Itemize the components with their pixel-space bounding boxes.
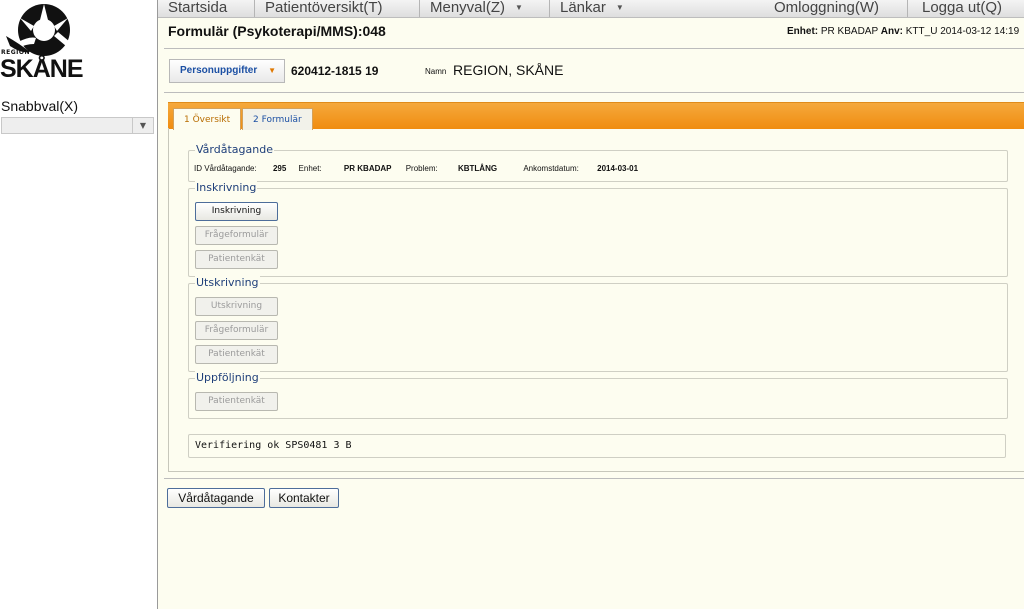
vardatagande-info: ID Vårdåtagande: 295 Enhet: PR KBADAP Pr…	[194, 164, 638, 173]
utskrivning-button[interactable]: Utskrivning	[195, 297, 278, 316]
divider	[164, 92, 1024, 93]
id-value: 295	[272, 164, 287, 173]
personnummer: 620412-1815 19	[291, 64, 379, 78]
left-panel: REGION SKÅNE Snabbval(X) ▼	[0, 0, 158, 609]
inskrivning-button[interactable]: Inskrivning	[195, 202, 278, 221]
chevron-down-icon: ▼	[132, 118, 153, 133]
snabbval-label: Snabbval(X)	[1, 98, 79, 114]
caret-down-icon: ▼	[615, 3, 624, 12]
uppfoljning-title: Uppföljning	[195, 371, 260, 384]
utskrivning-group: Utskrivning Utskrivning Frågeformulär Pa…	[188, 276, 1008, 372]
vardatagande-button[interactable]: Vårdåtagande	[167, 488, 265, 508]
utskrivning-patientenkat-button[interactable]: Patientenkät	[195, 345, 278, 364]
problem-value: KBTLÅNG	[457, 164, 498, 173]
divider	[164, 478, 1024, 479]
vardatagande-group: Vårdåtagande ID Vårdåtagande: 295 Enhet:…	[188, 143, 1008, 182]
uppfoljning-group: Uppföljning Patientenkät	[188, 371, 1008, 419]
inskrivning-frageformular-button[interactable]: Frågeformulär	[195, 226, 278, 245]
problem-label: Problem:	[405, 164, 438, 173]
namn-label: Namn	[425, 67, 447, 76]
tab-formular[interactable]: 2 Formulär	[242, 108, 313, 130]
utskrivning-title: Utskrivning	[195, 276, 260, 289]
enhet-label: Enhet:	[298, 164, 322, 173]
top-navigation: Startsida Patientöversikt(T) Menyval(Z) ▼…	[158, 0, 1024, 18]
nav-logga-ut[interactable]: Logga ut(Q)	[912, 0, 1024, 17]
caret-down-icon: ▼	[515, 3, 523, 12]
tab-oversikt[interactable]: 1 Översikt	[173, 108, 242, 130]
nav-menyval[interactable]: Menyval(Z) ▼	[420, 0, 550, 17]
vardatagande-title: Vårdåtagande	[195, 143, 274, 156]
header-info: Enhet: PR KBADAP Anv: KTT_U 2014-03-12 1…	[787, 26, 1020, 37]
verification-message: Verifiering ok SPS0481 3 B	[188, 434, 1006, 458]
utskrivning-frageformular-button[interactable]: Frågeformulär	[195, 321, 278, 340]
personuppgifter-button[interactable]: Personuppgifter ▼	[169, 59, 285, 83]
inskrivning-patientenkat-button[interactable]: Patientenkät	[195, 250, 278, 269]
kontakter-button[interactable]: Kontakter	[269, 488, 339, 508]
ankomst-value: 2014-03-01	[597, 164, 639, 173]
logo-skane-text: SKÅNE	[0, 55, 84, 83]
divider	[164, 48, 1024, 49]
form-title: Formulär (Psykoterapi/MMS):048	[168, 23, 386, 39]
inskrivning-group: Inskrivning Inskrivning Frågeformulär Pa…	[188, 181, 1008, 277]
inskrivning-title: Inskrivning	[195, 181, 258, 194]
id-label: ID Vårdåtagande:	[194, 164, 257, 173]
nav-omloggning[interactable]: Omloggning(W)	[764, 0, 908, 17]
nav-lankar[interactable]: Länkar ▼	[550, 0, 646, 17]
enhet-value: PR KBADAP	[343, 164, 392, 173]
tab-bar: 1 Översikt 2 Formulär	[168, 102, 1024, 130]
uppfoljning-patientenkat-button[interactable]: Patientenkät	[195, 392, 278, 411]
caret-down-icon: ▼	[268, 66, 276, 75]
snabbval-select[interactable]: ▼	[1, 117, 154, 134]
region-skane-logo: REGION SKÅNE	[0, 0, 100, 83]
nav-startsida[interactable]: Startsida	[158, 0, 255, 17]
nav-patientoversikt[interactable]: Patientöversikt(T)	[255, 0, 420, 17]
ankomst-label: Ankomstdatum:	[523, 164, 579, 173]
patient-name: REGION, SKÅNE	[453, 62, 564, 78]
